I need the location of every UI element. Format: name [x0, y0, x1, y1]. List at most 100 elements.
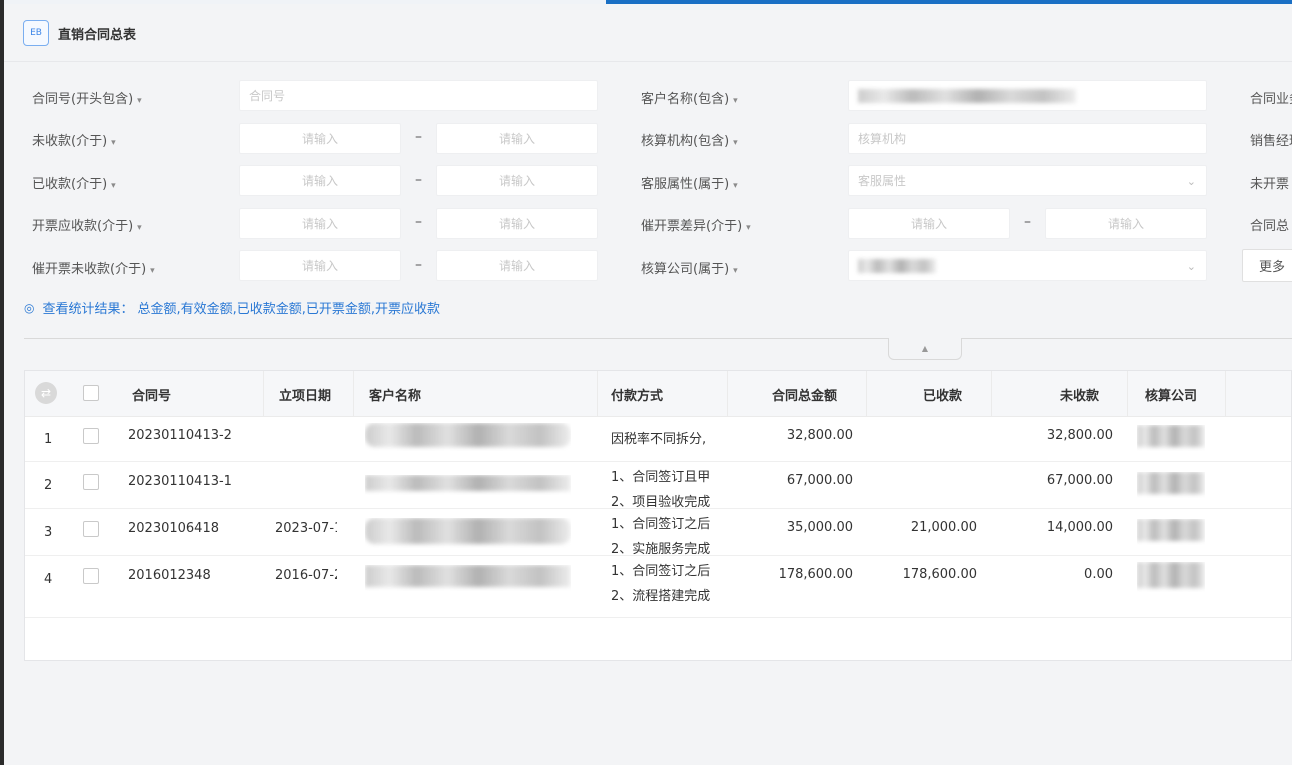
contract-no-input[interactable]: 合同号 — [239, 80, 598, 111]
row-checkbox[interactable] — [83, 568, 99, 584]
row-checkbox[interactable] — [83, 428, 99, 444]
column-separator — [597, 371, 598, 417]
header-received[interactable]: 已收款 — [866, 371, 962, 417]
range-dash: – — [415, 214, 422, 230]
cell-project-date: 2016-07-2 — [275, 568, 337, 583]
customer-name-input[interactable] — [848, 80, 1207, 111]
header-contract-no[interactable]: 合同号 — [132, 371, 171, 417]
page-header: EB 直销合同总表 — [4, 4, 1292, 62]
unreceived-to-input[interactable]: 请输入 — [436, 123, 598, 154]
more-filters-button[interactable]: 更多 — [1242, 249, 1292, 282]
filter-label-unreceived[interactable]: 未收款(介于) ▾ — [32, 130, 116, 149]
filter-label-invoice-unreceived[interactable]: 催开票未收款(介于) ▾ — [32, 258, 155, 277]
invoice-receivable-to-input[interactable]: 请输入 — [436, 208, 598, 239]
table-header: ⇄ 合同号 立项日期 客户名称 付款方式 合同总金额 已收款 未收款 核算公司 — [25, 371, 1291, 417]
header-payment-method[interactable]: 付款方式 — [611, 371, 663, 417]
filter-label-contract-biz[interactable]: 合同业务 — [1250, 88, 1292, 107]
invoice-diff-from-input[interactable]: 请输入 — [848, 208, 1010, 239]
header-unreceived[interactable]: 未收款 — [991, 371, 1099, 417]
invoice-unreceived-from-input[interactable]: 请输入 — [239, 250, 401, 281]
filter-label-service-attr[interactable]: 客服属性(属于) ▾ — [641, 173, 738, 192]
contract-table: ⇄ 合同号 立项日期 客户名称 付款方式 合同总金额 已收款 未收款 核算公司 … — [24, 370, 1292, 661]
row-index: 4 — [44, 572, 53, 587]
chevron-down-icon: ⌄ — [1186, 175, 1196, 188]
range-dash: – — [1024, 214, 1031, 230]
column-separator — [353, 371, 354, 417]
cell-accounting-company — [1137, 519, 1205, 545]
range-dash: – — [415, 172, 422, 188]
header-contract-total[interactable]: 合同总金额 — [727, 371, 837, 417]
caret-down-icon: ▾ — [733, 181, 738, 191]
filter-label-invoice-receivable[interactable]: 开票应收款(介于) ▾ — [32, 215, 142, 234]
cell-payment-method: 因税率不同拆分, — [611, 432, 707, 447]
accounting-company-select[interactable]: ⌄ — [848, 250, 1207, 281]
select-all-checkbox[interactable] — [83, 385, 99, 401]
cell-payment-method-line2: 2、实施服务完成 — [611, 542, 711, 555]
cell-payment-method-line1: 1、合同签订之后 — [611, 564, 711, 579]
service-attr-select[interactable]: 客服属性 ⌄ — [848, 165, 1207, 196]
cell-contract-no: 20230110413-1 — [128, 474, 232, 489]
filter-label-received[interactable]: 已收款(介于) ▾ — [32, 173, 116, 192]
cell-customer-name — [365, 475, 571, 495]
accounting-org-input[interactable]: 核算机构 — [848, 123, 1207, 154]
filter-label-customer-name[interactable]: 客户名称(包含) ▾ — [641, 88, 738, 107]
unreceived-from-input[interactable]: 请输入 — [239, 123, 401, 154]
header-accounting-company[interactable]: 核算公司 — [1145, 371, 1197, 417]
filter-label-accounting-org[interactable]: 核算机构(包含) ▾ — [641, 130, 738, 149]
caret-down-icon: ▾ — [111, 138, 116, 148]
cell-received: 21,000.00 — [910, 520, 977, 535]
cell-customer-name — [365, 423, 571, 451]
row-index: 2 — [44, 478, 53, 493]
received-to-input[interactable]: 请输入 — [436, 165, 598, 196]
cell-accounting-company — [1137, 472, 1205, 498]
redacted-text — [858, 88, 1076, 103]
column-separator — [1127, 371, 1128, 417]
redacted-text — [1137, 425, 1205, 447]
swap-columns-icon[interactable]: ⇄ — [35, 382, 57, 404]
cell-unreceived: 32,800.00 — [1046, 428, 1113, 443]
row-index: 1 — [44, 432, 53, 447]
row-checkbox[interactable] — [83, 474, 99, 490]
caret-down-icon: ▾ — [733, 138, 738, 148]
page-title: 直销合同总表 — [58, 28, 137, 43]
eye-icon: ◎ — [24, 300, 35, 315]
cell-contract-no: 20230110413-2 — [128, 428, 232, 443]
redacted-text — [858, 258, 936, 273]
cell-unreceived: 67,000.00 — [1046, 473, 1113, 488]
cell-contract-no: 2016012348 — [128, 568, 211, 583]
filter-label-sales-manager[interactable]: 销售经理 — [1250, 130, 1292, 149]
redacted-text — [365, 423, 571, 447]
table-row[interactable]: 3 20230106418 2023-07-1 1、合同签订之后 2、实施服务完… — [25, 509, 1291, 556]
caret-down-icon: ▾ — [733, 266, 738, 276]
received-from-input[interactable]: 请输入 — [239, 165, 401, 196]
cell-contract-total: 67,000.00 — [786, 473, 853, 488]
invoice-diff-to-input[interactable]: 请输入 — [1045, 208, 1207, 239]
caret-down-icon: ▾ — [746, 223, 751, 233]
filter-label-contract-no[interactable]: 合同号(开头包含) ▾ — [32, 88, 142, 107]
filter-label-uninvoiced[interactable]: 未开票 — [1250, 173, 1289, 192]
cell-customer-name — [365, 518, 571, 548]
filter-label-accounting-company[interactable]: 核算公司(属于) ▾ — [641, 258, 738, 277]
table-row[interactable]: 1 20230110413-2 因税率不同拆分, 32,800.00 32,80… — [25, 417, 1291, 462]
column-separator — [1225, 371, 1226, 417]
collapse-filter-button[interactable]: ▲ — [888, 338, 962, 360]
redacted-text — [365, 475, 571, 491]
table-row[interactable]: 4 2016012348 2016-07-2 1、合同签订之后 2、流程搭建完成… — [25, 556, 1291, 618]
filter-label-contract-total[interactable]: 合同总 — [1250, 215, 1289, 234]
filter-divider — [24, 338, 1292, 339]
row-checkbox[interactable] — [83, 521, 99, 537]
header-project-date[interactable]: 立项日期 — [279, 371, 331, 417]
cell-received: 178,600.00 — [902, 567, 977, 582]
header-customer-name[interactable]: 客户名称 — [369, 371, 421, 417]
row-index: 3 — [44, 525, 53, 540]
invoice-unreceived-to-input[interactable]: 请输入 — [436, 250, 598, 281]
range-dash: – — [415, 129, 422, 145]
filter-label-invoice-diff[interactable]: 催开票差异(介于) ▾ — [641, 215, 751, 234]
redacted-text — [1137, 472, 1205, 494]
view-stats-link[interactable]: ◎ 查看统计结果： 总金额,有效金额,已收款金额,已开票金额,开票应收款 — [24, 298, 440, 318]
chevron-down-icon: ⌄ — [1186, 260, 1196, 273]
table-row[interactable]: 2 20230110413-1 1、合同签订且甲 2、项目验收完成 67,000… — [25, 462, 1291, 509]
app-logo-icon: EB — [23, 20, 49, 46]
invoice-receivable-from-input[interactable]: 请输入 — [239, 208, 401, 239]
range-dash: – — [415, 257, 422, 273]
